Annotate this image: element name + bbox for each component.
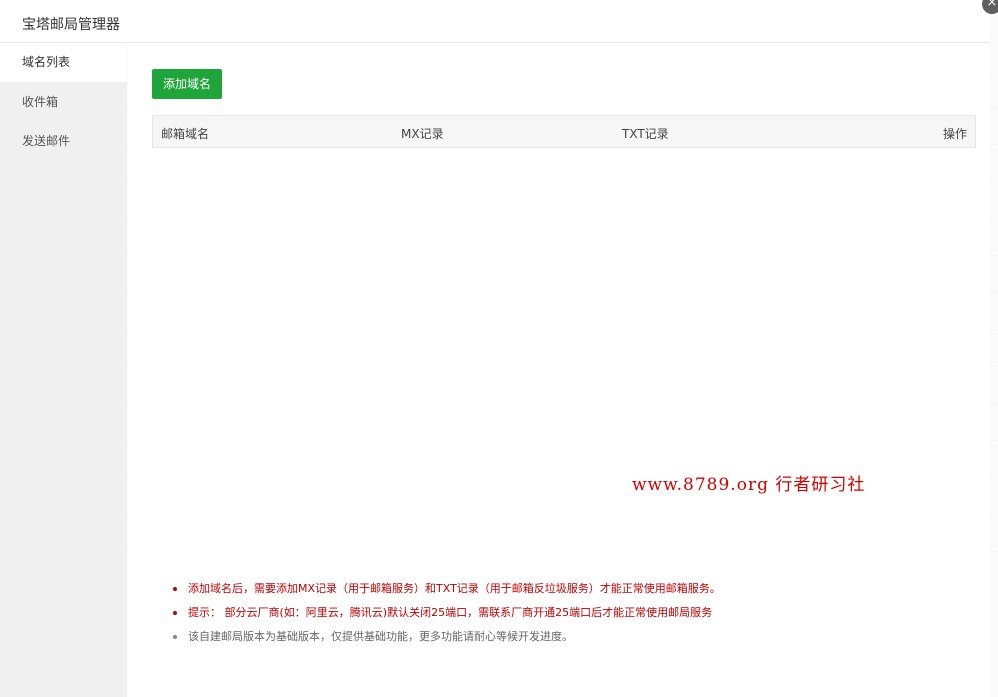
help-notes: 添加域名后，需要添加MX记录（用于邮箱服务）和TXT记录（用于邮箱反垃圾服务）才…: [172, 581, 972, 653]
sidebar-item-inbox[interactable]: 收件箱: [0, 83, 127, 122]
modal-title-bar: 宝塔邮局管理器: [0, 0, 990, 43]
column-header-txt: TXT记录: [622, 127, 669, 141]
sidebar-item-send-mail[interactable]: 发送邮件: [0, 122, 127, 161]
note-mx-txt: 添加域名后，需要添加MX记录（用于邮箱服务）和TXT记录（用于邮箱反垃圾服务）才…: [172, 581, 972, 605]
sidebar: 域名列表 收件箱 发送邮件: [0, 43, 127, 697]
column-header-mx: MX记录: [401, 127, 444, 141]
column-header-domain: 邮箱域名: [161, 127, 210, 141]
domain-table-header: 邮箱域名 MX记录 TXT记录 操作: [152, 115, 976, 148]
note-port-25: 提示： 部分云厂商(如：阿里云，腾讯云)默认关闭25端口，需联系厂商开通25端口…: [172, 605, 972, 629]
sidebar-item-domain-list[interactable]: 域名列表: [0, 43, 127, 82]
main-content: 添加域名 邮箱域名 MX记录 TXT记录 操作 添加域名后，需要添加MX记录（用…: [128, 43, 990, 697]
modal-title: 宝塔邮局管理器: [22, 17, 120, 33]
add-domain-button[interactable]: 添加域名: [152, 69, 222, 99]
note-basic-version: 该自建邮局版本为基础版本，仅提供基础功能，更多功能请耐心等候开发进度。: [172, 629, 972, 653]
mail-manager-modal: 宝塔邮局管理器 × 域名列表 收件箱 发送邮件 添加域名 邮箱域名 MX记录 T…: [0, 0, 998, 697]
watermark-text: www.8789.org 行者研习社: [632, 475, 866, 495]
column-header-action: 操作: [943, 127, 968, 141]
